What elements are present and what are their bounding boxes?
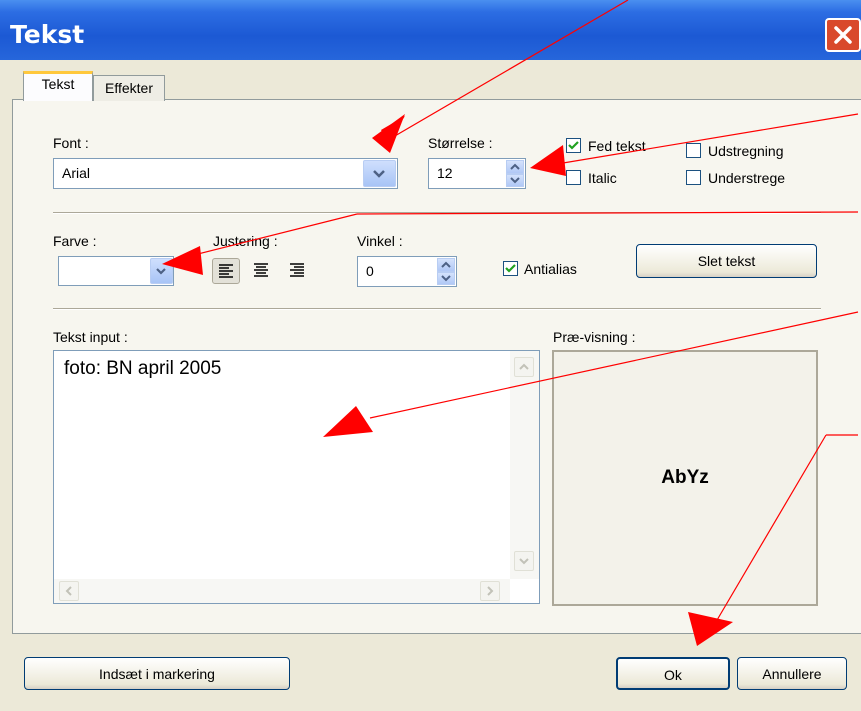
separator bbox=[53, 212, 821, 214]
cancel-button[interactable]: Annullere bbox=[737, 657, 847, 690]
arrow-right-icon bbox=[487, 586, 494, 596]
underline-label: Understrege bbox=[708, 170, 786, 186]
checkmark-icon bbox=[568, 141, 579, 150]
align-left-icon bbox=[219, 264, 233, 278]
arrow-down-icon bbox=[519, 558, 529, 565]
antialias-checkbox[interactable] bbox=[503, 261, 518, 276]
ok-button[interactable]: Ok bbox=[616, 657, 730, 690]
text-input-value: foto: BN april 2005 bbox=[64, 358, 222, 379]
spin-up-button[interactable] bbox=[506, 160, 524, 174]
chevron-down-icon bbox=[156, 268, 166, 275]
arrow-down-icon bbox=[510, 176, 520, 183]
title-bar: Tekst bbox=[0, 0, 861, 60]
size-spinner[interactable] bbox=[506, 160, 524, 187]
scroll-right-button[interactable] bbox=[480, 581, 500, 601]
align-right-icon bbox=[290, 263, 304, 277]
alignment-label: Justering : bbox=[213, 233, 278, 249]
angle-label: Vinkel : bbox=[357, 233, 403, 249]
align-right-button[interactable] bbox=[284, 258, 312, 284]
strikethrough-checkbox[interactable] bbox=[686, 143, 701, 158]
delete-text-button[interactable]: Slet tekst bbox=[636, 244, 817, 278]
close-icon bbox=[834, 26, 852, 44]
align-center-icon bbox=[254, 263, 268, 277]
preview-label: Præ-visning : bbox=[553, 329, 636, 345]
underline-checkbox[interactable] bbox=[686, 170, 701, 185]
arrow-down-icon bbox=[441, 274, 451, 281]
font-value: Arial bbox=[62, 165, 91, 181]
spin-up-button[interactable] bbox=[437, 258, 455, 272]
align-center-button[interactable] bbox=[248, 258, 276, 284]
text-input-label: Tekst input : bbox=[53, 329, 128, 345]
tab-effekter[interactable]: Effekter bbox=[93, 75, 165, 101]
font-select[interactable]: Arial bbox=[53, 158, 398, 189]
checkmark-icon bbox=[505, 264, 516, 273]
angle-value: 0 bbox=[366, 263, 374, 279]
tab-tekst[interactable]: Tekst bbox=[23, 71, 93, 101]
arrow-up-icon bbox=[510, 163, 520, 170]
horizontal-scrollbar[interactable] bbox=[54, 579, 510, 603]
size-value: 12 bbox=[437, 165, 453, 181]
antialias-label: Antialias bbox=[524, 261, 577, 277]
color-dropdown-button[interactable] bbox=[150, 258, 173, 284]
scroll-up-button[interactable] bbox=[514, 357, 534, 377]
insert-selection-button[interactable]: Indsæt i markering bbox=[24, 657, 290, 690]
font-dropdown-button[interactable] bbox=[363, 160, 396, 187]
vertical-scrollbar[interactable] bbox=[510, 351, 539, 579]
italic-checkbox[interactable] bbox=[566, 170, 581, 185]
window-title: Tekst bbox=[10, 20, 85, 49]
chevron-down-icon bbox=[373, 170, 385, 178]
preview-sample: AbYz bbox=[661, 467, 709, 488]
preview-panel: AbYz bbox=[552, 350, 818, 606]
font-label: Font : bbox=[53, 135, 89, 151]
arrow-up-icon bbox=[441, 261, 451, 268]
text-input-area[interactable]: foto: BN april 2005 bbox=[53, 350, 540, 604]
align-left-button[interactable] bbox=[212, 258, 240, 284]
bold-checkbox[interactable] bbox=[566, 138, 581, 153]
separator bbox=[53, 308, 821, 310]
scroll-left-button[interactable] bbox=[59, 581, 79, 601]
color-label: Farve : bbox=[53, 233, 97, 249]
strikethrough-label: Udstregning bbox=[708, 143, 784, 159]
size-label: Størrelse : bbox=[428, 135, 493, 151]
spin-down-button[interactable] bbox=[506, 173, 524, 187]
close-button[interactable] bbox=[825, 18, 861, 52]
arrow-up-icon bbox=[519, 363, 529, 370]
angle-spinner[interactable] bbox=[437, 258, 455, 285]
arrow-left-icon bbox=[65, 586, 72, 596]
spin-down-button[interactable] bbox=[437, 271, 455, 285]
italic-label: Italic bbox=[588, 170, 617, 186]
scroll-down-button[interactable] bbox=[514, 551, 534, 571]
bold-label: Fed tekst bbox=[588, 138, 646, 154]
